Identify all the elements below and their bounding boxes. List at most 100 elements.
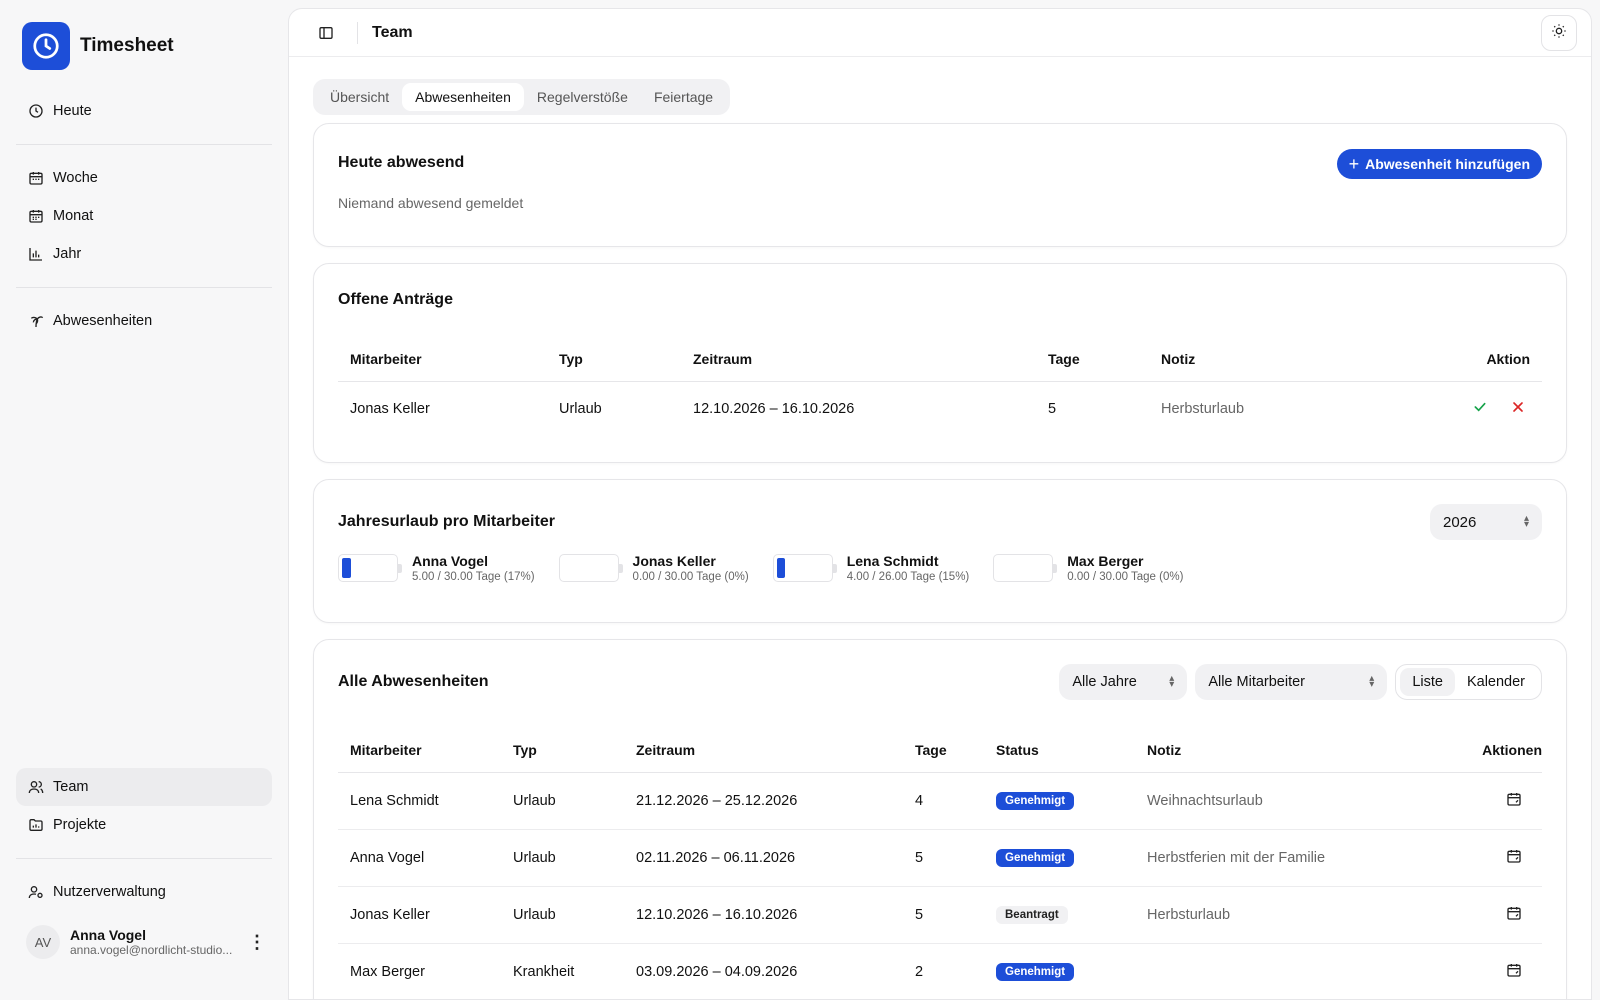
days-cell: 5	[903, 886, 984, 944]
nav-label: Team	[53, 779, 89, 795]
page-title: Team	[372, 23, 413, 41]
calendar-edit-icon[interactable]	[1506, 848, 1522, 864]
tab-bar: Übersicht Abwesenheiten Regelverstöße Fe…	[313, 79, 731, 115]
folder-icon	[28, 817, 44, 833]
divider	[16, 144, 272, 145]
card-title: Offene Anträge	[338, 291, 453, 308]
column-header: Zeitraum	[681, 337, 1036, 382]
theme-toggle-button[interactable]	[1541, 14, 1577, 51]
today-absent-card: Heute abwesend Niemand abwesend gemeldet…	[313, 123, 1567, 247]
note-cell	[1135, 943, 1430, 999]
nav-nutzerverwaltung[interactable]: Nutzerverwaltung	[16, 873, 272, 911]
calendar-edit-icon[interactable]	[1506, 905, 1522, 921]
reject-x-icon[interactable]	[1510, 399, 1526, 415]
period-cell: 03.09.2026 – 04.09.2026	[636, 963, 798, 980]
action-cell	[1360, 381, 1542, 437]
nav-label: Monat	[53, 208, 94, 224]
battery-fill	[776, 558, 785, 578]
calendar-month-icon	[28, 208, 44, 224]
palm-tree-icon	[28, 313, 44, 329]
add-absence-label: Abwesenheit hinzufügen	[1365, 156, 1530, 172]
quota-item: Jonas Keller 0.00 / 30.00 Tage (0%)	[558, 553, 749, 583]
calendar-edit-icon[interactable]	[1506, 962, 1522, 978]
bar-chart-icon	[28, 246, 44, 262]
table-row: Lena Schmidt Urlaub 21.12.2026 – 25.12.2…	[338, 772, 1542, 830]
empty-state-text: Niemand abwesend gemeldet	[338, 195, 524, 211]
tab-uebersicht[interactable]: Übersicht	[317, 83, 402, 111]
quota-name: Jonas Keller	[632, 553, 716, 569]
nav-team[interactable]: Team	[16, 768, 272, 806]
quota-name: Anna Vogel	[412, 553, 488, 569]
status-cell: Genehmigt	[984, 829, 1135, 887]
calendar-edit-icon[interactable]	[1506, 791, 1522, 807]
actions-cell	[1430, 886, 1542, 944]
user-name: Anna Vogel	[70, 927, 146, 943]
column-header: Tage	[903, 728, 984, 773]
quota-name: Max Berger	[1067, 553, 1144, 569]
days-cell: 5	[903, 829, 984, 887]
note-cell: Weihnachtsurlaub	[1135, 772, 1431, 830]
note-cell: Herbstferien mit der Familie	[1135, 829, 1431, 887]
open-requests-card: Offene Anträge Mitarbeiter Typ Zeitraum …	[313, 263, 1567, 463]
view-calendar-button[interactable]: Kalender	[1455, 668, 1537, 696]
quota-list: Anna Vogel 5.00 / 30.00 Tage (17%) Jonas …	[338, 553, 1542, 583]
year-select[interactable]: 2026 ▴ ▾	[1430, 504, 1542, 540]
battery-fill	[342, 558, 351, 578]
column-header: Zeitraum	[624, 728, 903, 773]
all-absences-card: Alle Abwesenheiten Alle Jahre ▴ ▾ Alle Mi…	[313, 639, 1567, 999]
note-cell: Herbsturlaub	[1161, 401, 1245, 418]
period-cell: 21.12.2026 – 25.12.2026	[624, 772, 903, 830]
tab-regelverstoesse[interactable]: Regelverstöße	[524, 83, 641, 111]
actions-cell	[1430, 772, 1542, 830]
filter-bar: Alle Jahre ▴ ▾ Alle Mitarbeiter ▴ ▾ Liste …	[1051, 664, 1542, 700]
year-filter-select[interactable]: Alle Jahre ▴ ▾	[1059, 664, 1188, 700]
clock-icon	[28, 103, 44, 119]
sidebar-toggle-icon[interactable]	[313, 20, 339, 46]
user-profile[interactable]: AV Anna Vogel anna.vogel@nordlicht-studi…	[16, 925, 272, 959]
card-title: Jahresurlaub pro Mitarbeiter	[338, 513, 555, 530]
table-row: Jonas Keller Urlaub 12.10.2026 – 16.10.2…	[338, 381, 1542, 437]
annual-leave-card: Jahresurlaub pro Mitarbeiter 2026 ▴ ▾ Ann…	[313, 479, 1567, 623]
quota-item: Anna Vogel 5.00 / 30.00 Tage (17%)	[338, 553, 535, 583]
actions-cell	[1430, 943, 1542, 999]
nav-woche[interactable]: Woche	[16, 159, 272, 197]
days-cell: 5	[1048, 401, 1057, 418]
quota-item: Max Berger 0.00 / 30.00 Tage (0%)	[993, 553, 1183, 583]
chevron-up-down-icon: ▴ ▾	[1523, 513, 1529, 530]
employee-filter-select[interactable]: Alle Mitarbeiter ▴ ▾	[1195, 664, 1388, 700]
nav-monat[interactable]: Monat	[16, 197, 272, 235]
days-cell: 4	[903, 772, 984, 830]
status-badge: Genehmigt	[996, 848, 1075, 867]
type-cell: Urlaub	[559, 401, 602, 418]
quota-item: Lena Schmidt 4.00 / 26.00 Tage (15%)	[772, 553, 970, 583]
column-header: Aktionen	[1430, 728, 1542, 773]
quota-detail: 4.00 / 26.00 Tage (15%)	[846, 571, 970, 583]
battery-gauge	[772, 554, 837, 582]
user-cog-icon	[28, 884, 44, 900]
status-badge: Genehmigt	[996, 962, 1075, 981]
nav-abwesenheiten[interactable]: Abwesenheiten	[16, 302, 272, 340]
tab-abwesenheiten[interactable]: Abwesenheiten	[402, 83, 524, 111]
add-absence-button[interactable]: + Abwesenheit hinzufügen	[1336, 149, 1542, 179]
period-cell: 02.11.2026 – 06.11.2026	[624, 829, 903, 887]
divider	[16, 858, 272, 859]
days-cell: 2	[915, 963, 924, 980]
nav-projekte[interactable]: Projekte	[16, 806, 272, 844]
users-icon	[28, 779, 44, 795]
view-list-button[interactable]: Liste	[1400, 668, 1455, 696]
sidebar: Timesheet Heute Woche Monat Jahr Abwesen…	[0, 0, 288, 1000]
nav-label: Projekte	[53, 817, 107, 833]
table-row: Jonas Keller Urlaub 12.10.2026 – 16.10.2…	[338, 886, 1542, 944]
requests-table: Mitarbeiter Typ Zeitraum Tage Notiz Akti…	[338, 337, 1542, 437]
nav-heute[interactable]: Heute	[16, 92, 272, 130]
approve-check-icon[interactable]	[1472, 399, 1488, 415]
more-vertical-icon[interactable]: ⋮	[248, 932, 266, 953]
brand: Timesheet	[16, 0, 272, 92]
status-cell: Genehmigt	[984, 772, 1135, 830]
column-header: Notiz	[1135, 728, 1431, 773]
nav-jahr[interactable]: Jahr	[16, 235, 272, 273]
tab-feiertage[interactable]: Feiertage	[641, 83, 726, 111]
status-cell: Beantragt	[984, 886, 1135, 944]
topbar: Team	[289, 9, 1591, 57]
plus-icon: +	[1348, 153, 1360, 174]
